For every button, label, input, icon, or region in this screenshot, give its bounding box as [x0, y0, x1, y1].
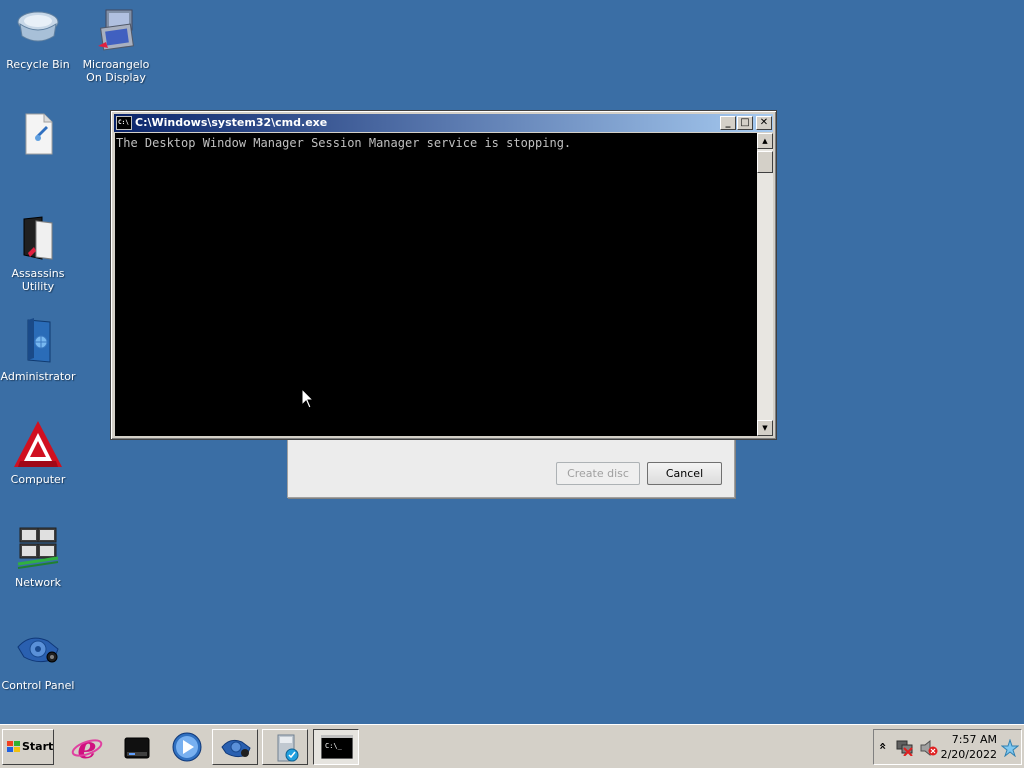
cmd-app-icon[interactable]: C:\ — [116, 116, 132, 130]
svg-text:e: e — [77, 732, 96, 762]
minimize-button[interactable]: _ — [720, 116, 736, 130]
installer-icon — [277, 734, 299, 762]
scroll-up-arrow-icon[interactable]: ▲ — [757, 133, 773, 149]
windows-logo-icon — [7, 741, 20, 752]
taskbar-drive[interactable] — [114, 729, 160, 765]
user-folder-icon — [14, 318, 62, 366]
desktop-icon-network[interactable]: Network — [0, 524, 76, 589]
taskbar-media-player[interactable] — [164, 729, 210, 765]
desktop-icon-recycle-bin[interactable]: Recycle Bin — [0, 6, 76, 71]
cancel-button[interactable]: Cancel — [647, 462, 722, 485]
control-panel-label: Control Panel — [1, 679, 75, 692]
console-output[interactable]: The Desktop Window Manager Session Manag… — [115, 133, 757, 436]
drive-icon — [124, 737, 150, 759]
desktop-icon-control-panel[interactable]: Control Panel — [0, 627, 76, 692]
taskbar-cmd[interactable]: C:\_ — [313, 729, 359, 765]
desktop-icon-administrator[interactable]: Administrator — [0, 318, 76, 383]
microangelo-icon — [92, 6, 140, 54]
create-disc-button[interactable]: Create disc — [556, 462, 640, 485]
close-button[interactable]: ✕ — [756, 116, 772, 130]
cmd-titlebar[interactable]: C:\ C:\Windows\system32\cmd.exe _ □ ✕ — [114, 114, 773, 132]
vertical-scrollbar[interactable]: ▲ ▼ — [757, 133, 773, 436]
mouse-cursor-icon — [301, 387, 315, 409]
tray-expand-icon[interactable]: « — [876, 742, 890, 750]
cmd-taskbar-text: C:\_ — [325, 742, 342, 750]
clock-date[interactable]: 2/20/2022 — [941, 748, 997, 761]
clock-time[interactable]: 7:57 AM — [952, 733, 997, 746]
computer-label: Computer — [10, 473, 66, 486]
folder-icon — [14, 215, 62, 263]
desktop-icon-file[interactable] — [0, 112, 76, 164]
file-shortcut-icon — [14, 112, 62, 160]
burn-disc-dialog: Create disc Cancel — [287, 436, 735, 498]
taskbar-internet-explorer[interactable]: e — [64, 729, 110, 765]
desktop-icon-microangelo[interactable]: Microangelo On Display — [78, 6, 154, 84]
internet-explorer-icon: e — [71, 732, 103, 762]
desktop-icon-assassins-utility[interactable]: Assassins Utility — [0, 215, 76, 293]
star-tray-icon[interactable] — [1001, 739, 1019, 757]
recycle-bin-label: Recycle Bin — [6, 58, 70, 71]
microangelo-label: Microangelo On Display — [82, 58, 150, 84]
maximize-button[interactable]: □ — [737, 116, 753, 130]
scroll-down-arrow-icon[interactable]: ▼ — [757, 420, 773, 436]
computer-icon — [14, 421, 62, 469]
network-icon — [14, 524, 62, 572]
network-disconnected-icon[interactable] — [896, 740, 914, 756]
taskbar-control-panel[interactable] — [212, 729, 258, 765]
recycle-bin-icon — [14, 6, 62, 54]
control-panel-taskbar-icon — [221, 739, 251, 758]
start-button[interactable]: Start — [2, 729, 54, 765]
network-label: Network — [15, 576, 61, 589]
scroll-thumb[interactable] — [757, 151, 773, 173]
system-tray: « 7:57 AM 2/20/2022 — [873, 729, 1022, 765]
control-panel-icon — [14, 627, 62, 675]
taskbar: Start e C:\_ « 7:57 AM 2/20/2022 — [0, 724, 1024, 768]
start-label: Start — [22, 740, 54, 753]
taskbar-installer[interactable] — [262, 729, 308, 765]
assassins-utility-label: Assassins Utility — [11, 267, 65, 293]
cmd-window[interactable]: C:\ C:\Windows\system32\cmd.exe _ □ ✕ Th… — [110, 110, 777, 440]
media-player-icon — [172, 732, 202, 762]
desktop-icon-computer[interactable]: Computer — [0, 421, 76, 486]
administrator-label: Administrator — [0, 370, 76, 383]
cmd-window-title: C:\Windows\system32\cmd.exe — [135, 116, 328, 129]
speaker-muted-icon[interactable] — [920, 740, 938, 756]
